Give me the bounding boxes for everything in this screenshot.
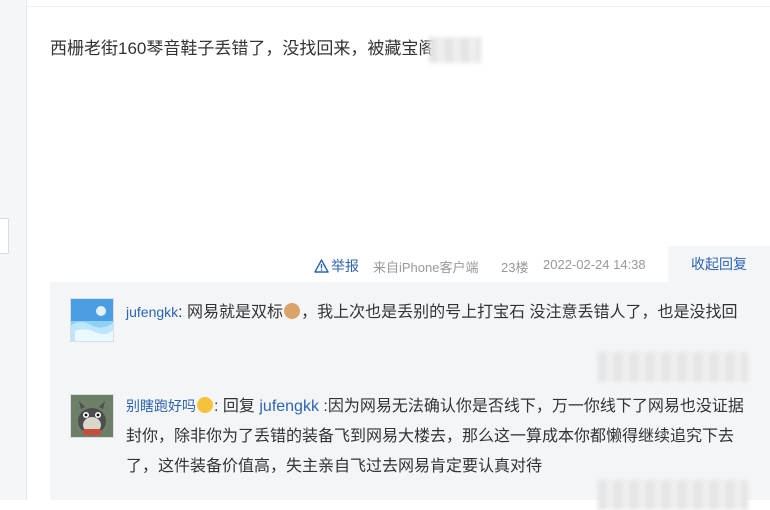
blurred-text <box>429 36 482 63</box>
avatar[interactable] <box>70 298 114 342</box>
reply-prefix: 回复 <box>218 398 260 415</box>
collapse-replies-button[interactable]: 收起回复 <box>668 246 770 282</box>
reply-text-part: ，我上次也是丢别的号上打宝石 没注意丢错人了，也是没找回 <box>301 304 738 321</box>
reply-content: jufengkk: 网易就是双标 ，我上次也是丢别的号上打宝石 没注意丢错人了，也… <box>126 297 756 328</box>
reply-mention-link[interactable]: jufengkk <box>259 398 319 415</box>
kiss-face-emoji-icon <box>197 397 213 413</box>
post-text: 西栅老街160琴音鞋子丢错了，没找回来，被藏宝阁 <box>50 39 436 58</box>
warning-icon <box>314 259 329 273</box>
reply-section: jufengkk: 网易就是双标 ，我上次也是丢别的号上打宝石 没注意丢错人了，也… <box>50 282 770 510</box>
report-link[interactable]: 举报 <box>314 256 359 276</box>
avatar[interactable] <box>70 394 114 438</box>
floor-number: 23楼 <box>501 260 529 275</box>
avatar-image <box>71 299 113 341</box>
post-meta-row: 举报 来自iPhone客户端 23楼 2022-02-24 14:38 收起回复 <box>0 246 770 282</box>
blurred-reply-meta <box>598 352 748 382</box>
reply-content: 别瞎跑好吗: 回复 jufengkk :因为网易无法确认你是否线下，万一你线下了… <box>126 391 756 482</box>
reply-text-part: 网易就是双标 <box>182 304 284 321</box>
post-source: 来自iPhone客户端 <box>373 260 479 275</box>
reply-username[interactable]: 别瞎跑好吗 <box>126 398 196 414</box>
top-divider <box>27 6 770 7</box>
reply-username[interactable]: jufengkk <box>126 304 178 320</box>
blurred-reply-meta <box>598 480 748 510</box>
dog-face-emoji-icon <box>284 303 301 319</box>
avatar-image <box>71 395 113 437</box>
post-timestamp: 2022-02-24 14:38 <box>543 257 646 272</box>
post-content: 西栅老街160琴音鞋子丢错了，没找回来，被藏宝阁 <box>50 36 510 63</box>
report-label: 举报 <box>331 258 359 274</box>
